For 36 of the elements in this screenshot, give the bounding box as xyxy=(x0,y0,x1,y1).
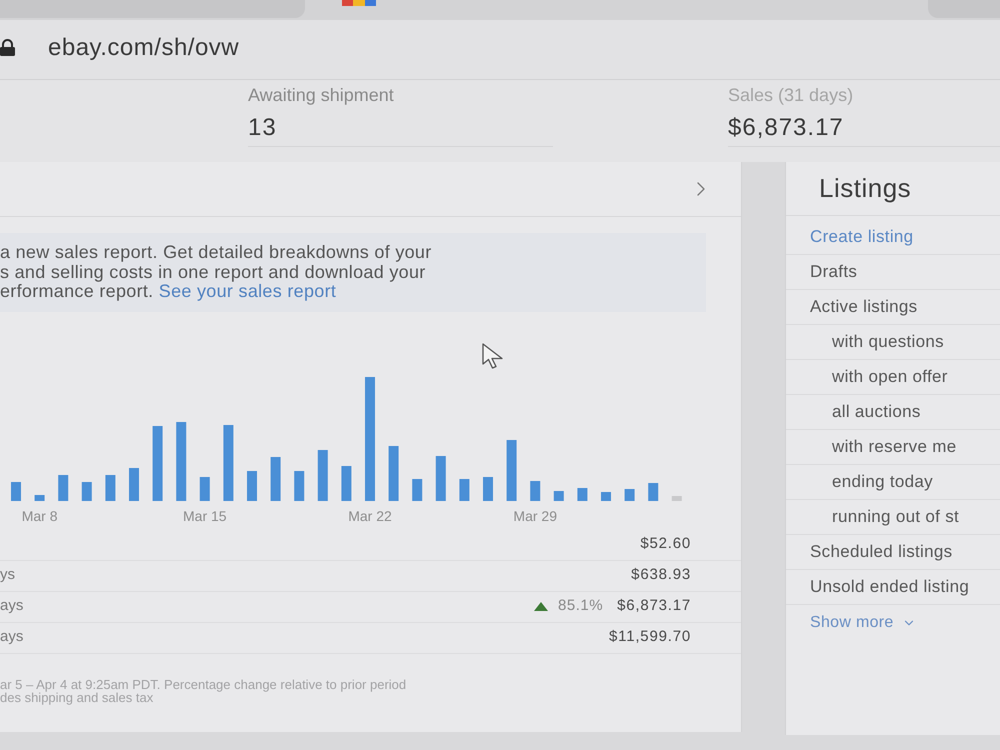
axis-label: Mar 29 xyxy=(513,508,557,524)
sidebar-item[interactable]: ending today xyxy=(832,469,933,495)
sidebar-item[interactable]: with reserve me xyxy=(832,434,956,460)
url-text[interactable]: ebay.com/sh/ovw xyxy=(48,30,240,66)
sidebar-item[interactable]: Active listings xyxy=(810,294,918,320)
period-label: ays xyxy=(0,627,24,648)
total-amount: $11,599.70 xyxy=(609,627,691,648)
mouse-pointer-icon xyxy=(482,343,503,369)
sidebar-item[interactable]: with open offer xyxy=(832,364,948,390)
axis-label: Mar 15 xyxy=(183,508,227,524)
change-percent: 85.1% xyxy=(558,596,604,616)
summary-label: Sales (31 days) xyxy=(728,84,854,107)
summary-value[interactable]: $6,873.17 xyxy=(728,114,1000,142)
period-label: ays xyxy=(0,596,24,616)
sidebar-item[interactable]: Create listing xyxy=(810,224,914,250)
axis-label: Mar 22 xyxy=(348,508,392,524)
total-amount: $638.93 xyxy=(631,565,691,586)
lock-icon xyxy=(0,39,15,56)
total-amount: $52.60 xyxy=(640,534,691,554)
listings-title: Listings xyxy=(819,172,912,205)
multicolor-icon xyxy=(342,0,376,6)
sidebar-item[interactable]: all auctions xyxy=(832,399,921,425)
sidebar-item[interactable]: with questions xyxy=(832,329,944,355)
sidebar-item[interactable]: Unsold ended listing xyxy=(810,574,970,600)
sales-report-link[interactable]: See your sales report xyxy=(158,281,336,301)
period-label: ys xyxy=(0,565,15,586)
sidebar-item[interactable]: Scheduled listings xyxy=(810,539,952,565)
sidebar-item[interactable]: Drafts xyxy=(810,259,858,285)
sidebar-item[interactable]: running out of st xyxy=(832,504,960,530)
trend-triangle-icon xyxy=(534,602,548,611)
summary-label: Awaiting shipment xyxy=(248,84,395,107)
summary-value[interactable]: 13 xyxy=(248,114,553,142)
footnote: ar 5 – Apr 4 at 9:25am PDT. Percentage change relative to prior period des shipping and sales tax xyxy=(0,678,408,704)
sales-report-notice: a new sales report. Get detailed breakdowns of your s and selling costs in one report and download your erformance report. See your sales report xyxy=(0,243,433,302)
axis-label: Mar 8 xyxy=(22,508,58,524)
total-amount: $6,873.17 xyxy=(617,596,691,616)
